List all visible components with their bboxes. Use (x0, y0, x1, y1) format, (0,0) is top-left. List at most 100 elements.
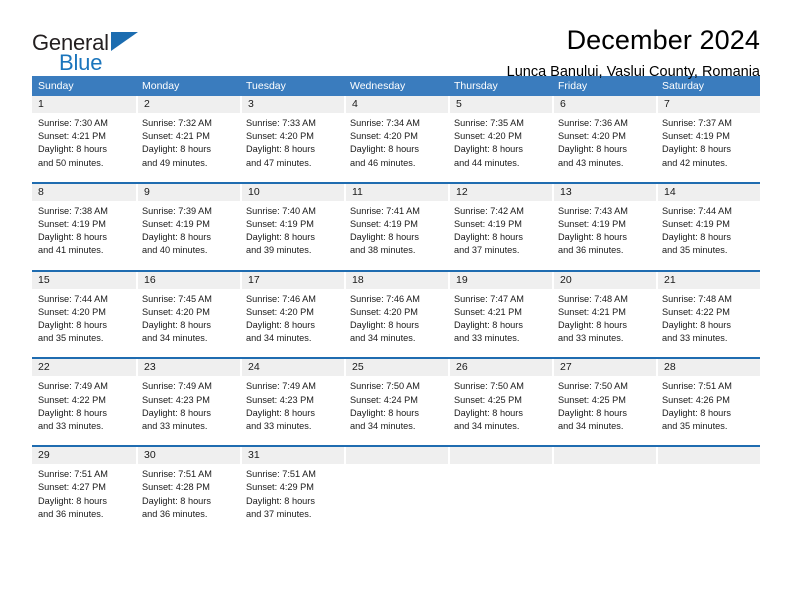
day-number: 24 (240, 359, 344, 377)
calendar-day-cell[interactable]: 26 Sunrise: 7:50 AM Sunset: 4:25 PM Dayligh… (448, 359, 552, 440)
day-number: 26 (448, 359, 552, 377)
calendar-day-cell[interactable]: 30 Sunrise: 7:51 AM Sunset: 4:28 PM Dayligh… (136, 447, 240, 528)
daylight-text-line1: Daylight: 8 hours (454, 232, 523, 243)
calendar-day-cell[interactable]: 11 Sunrise: 7:41 AM Sunset: 4:19 PM Dayligh… (344, 183, 448, 264)
calendar-day-cell[interactable]: 20 Sunrise: 7:48 AM Sunset: 4:21 PM Dayligh… (552, 271, 656, 352)
sunrise-text: Sunrise: 7:46 AM (350, 293, 420, 304)
daylight-text-line2: and 34 minutes. (350, 333, 416, 344)
calendar-day-cell[interactable]: 9 Sunrise: 7:39 AM Sunset: 4:19 PM Daylight… (136, 183, 240, 264)
calendar-day-cell[interactable]: 10 Sunrise: 7:40 AM Sunset: 4:19 PM Dayligh… (240, 183, 344, 264)
daylight-text-line1: Daylight: 8 hours (662, 320, 731, 331)
calendar-day-cell[interactable]: 25 Sunrise: 7:50 AM Sunset: 4:24 PM Dayligh… (344, 359, 448, 440)
day-details: Sunrise: 7:37 AM Sunset: 4:19 PM Daylight:… (656, 113, 760, 176)
day-details: Sunrise: 7:48 AM Sunset: 4:22 PM Daylight:… (656, 289, 760, 352)
daylight-text-line1: Daylight: 8 hours (246, 407, 315, 418)
daylight-text-line1: Daylight: 8 hours (142, 320, 211, 331)
calendar-day-cell[interactable]: 22 Sunrise: 7:49 AM Sunset: 4:22 PM Dayligh… (32, 359, 136, 440)
calendar-day-cell[interactable]: 31 Sunrise: 7:51 AM Sunset: 4:29 PM Dayligh… (240, 447, 344, 528)
sunset-text: Sunset: 4:20 PM (454, 131, 522, 142)
day-number: 13 (552, 183, 656, 201)
calendar-day-cell[interactable]: 27 Sunrise: 7:50 AM Sunset: 4:25 PM Dayligh… (552, 359, 656, 440)
daylight-text-line2: and 36 minutes. (142, 508, 208, 519)
sunset-text: Sunset: 4:19 PM (38, 219, 106, 230)
calendar-day-cell[interactable]: 12 Sunrise: 7:42 AM Sunset: 4:19 PM Dayligh… (448, 183, 552, 264)
daylight-text-line1: Daylight: 8 hours (142, 407, 211, 418)
sunrise-text: Sunrise: 7:33 AM (246, 118, 316, 128)
calendar-day-cell[interactable]: 21 Sunrise: 7:48 AM Sunset: 4:22 PM Dayligh… (656, 271, 760, 352)
sunset-text: Sunset: 4:19 PM (662, 131, 730, 142)
sunset-text: Sunset: 4:19 PM (558, 219, 626, 230)
daylight-text-line2: and 36 minutes. (558, 245, 624, 256)
day-details: Sunrise: 7:40 AM Sunset: 4:19 PM Daylight:… (240, 201, 344, 264)
sunrise-text: Sunrise: 7:50 AM (558, 381, 628, 392)
daylight-text-line2: and 34 minutes. (558, 421, 624, 432)
calendar-day-cell[interactable]: 15 Sunrise: 7:44 AM Sunset: 4:20 PM Dayligh… (32, 271, 136, 352)
calendar-day-cell-empty (552, 447, 656, 528)
daylight-text-line1: Daylight: 8 hours (246, 320, 315, 331)
calendar-day-cell[interactable]: 23 Sunrise: 7:49 AM Sunset: 4:23 PM Dayligh… (136, 359, 240, 440)
calendar-day-cell[interactable]: 7 Sunrise: 7:37 AM Sunset: 4:19 PM Daylight… (656, 96, 760, 176)
title-block: December 2024 Lunca Banului, Vaslui Coun… (152, 24, 760, 82)
day-details: Sunrise: 7:32 AM Sunset: 4:21 PM Daylight:… (136, 113, 240, 176)
sunset-text: Sunset: 4:19 PM (246, 219, 314, 230)
day-number: 11 (344, 183, 448, 201)
daylight-text-line2: and 35 minutes. (38, 333, 104, 344)
calendar-day-cell[interactable]: 14 Sunrise: 7:44 AM Sunset: 4:19 PM Dayligh… (656, 183, 760, 264)
daylight-text-line2: and 50 minutes. (38, 157, 104, 168)
calendar-day-cell[interactable]: 2 Sunrise: 7:32 AM Sunset: 4:21 PM Daylight… (136, 96, 240, 176)
day-details: Sunrise: 7:39 AM Sunset: 4:19 PM Daylight:… (136, 201, 240, 264)
sunset-text: Sunset: 4:26 PM (662, 394, 730, 405)
calendar-day-cell[interactable]: 5 Sunrise: 7:35 AM Sunset: 4:20 PM Daylight… (448, 96, 552, 176)
day-details: Sunrise: 7:38 AM Sunset: 4:19 PM Daylight:… (32, 201, 136, 264)
day-details: Sunrise: 7:47 AM Sunset: 4:21 PM Daylight:… (448, 289, 552, 352)
calendar-day-cell[interactable]: 16 Sunrise: 7:45 AM Sunset: 4:20 PM Dayligh… (136, 271, 240, 352)
sunrise-text: Sunrise: 7:40 AM (246, 205, 316, 216)
calendar-day-cell[interactable]: 8 Sunrise: 7:38 AM Sunset: 4:19 PM Daylight… (32, 183, 136, 264)
day-number (448, 447, 552, 465)
calendar-day-cell[interactable]: 28 Sunrise: 7:51 AM Sunset: 4:26 PM Dayligh… (656, 359, 760, 440)
daylight-text-line2: and 43 minutes. (558, 157, 624, 168)
day-details: Sunrise: 7:35 AM Sunset: 4:20 PM Daylight:… (448, 113, 552, 176)
calendar-day-cell[interactable]: 6 Sunrise: 7:36 AM Sunset: 4:20 PM Daylight… (552, 96, 656, 176)
day-number: 6 (552, 96, 656, 113)
calendar-day-cell[interactable]: 4 Sunrise: 7:34 AM Sunset: 4:20 PM Daylight… (344, 96, 448, 176)
calendar-day-cell[interactable]: 13 Sunrise: 7:43 AM Sunset: 4:19 PM Dayligh… (552, 183, 656, 264)
daylight-text-line2: and 33 minutes. (38, 421, 104, 432)
sunrise-text: Sunrise: 7:38 AM (38, 205, 108, 216)
calendar-day-cell[interactable]: 18 Sunrise: 7:46 AM Sunset: 4:20 PM Dayligh… (344, 271, 448, 352)
day-number: 10 (240, 183, 344, 201)
calendar-week-row: 1 Sunrise: 7:30 AM Sunset: 4:21 PM Daylight… (32, 96, 760, 176)
daylight-text-line1: Daylight: 8 hours (38, 144, 107, 155)
calendar-week-row: 29 Sunrise: 7:51 AM Sunset: 4:27 PM Dayligh… (32, 445, 760, 528)
sunrise-text: Sunrise: 7:49 AM (38, 381, 108, 392)
sunrise-text: Sunrise: 7:50 AM (350, 381, 420, 392)
daylight-text-line2: and 33 minutes. (454, 333, 520, 344)
day-number (552, 447, 656, 465)
daylight-text-line1: Daylight: 8 hours (662, 232, 731, 243)
daylight-text-line1: Daylight: 8 hours (662, 407, 731, 418)
calendar-day-cell[interactable]: 3 Sunrise: 7:33 AM Sunset: 4:20 PM Daylight… (240, 96, 344, 176)
weekday-header-sunday: Sunday (38, 80, 74, 92)
calendar-page: General Blue December 2024 Lunca Banului… (0, 0, 792, 612)
daylight-text-line1: Daylight: 8 hours (454, 320, 523, 331)
calendar-day-cell[interactable]: 19 Sunrise: 7:47 AM Sunset: 4:21 PM Dayligh… (448, 271, 552, 352)
sunset-text: Sunset: 4:21 PM (558, 306, 626, 317)
calendar-day-cell[interactable]: 17 Sunrise: 7:46 AM Sunset: 4:20 PM Dayligh… (240, 271, 344, 352)
daylight-text-line2: and 36 minutes. (38, 508, 104, 519)
calendar-day-cell[interactable]: 1 Sunrise: 7:30 AM Sunset: 4:21 PM Daylight… (32, 96, 136, 176)
weekday-header-thursday: Thursday (454, 80, 498, 92)
daylight-text-line1: Daylight: 8 hours (38, 407, 107, 418)
daylight-text-line1: Daylight: 8 hours (350, 407, 419, 418)
calendar-week-row: 8 Sunrise: 7:38 AM Sunset: 4:19 PM Daylight… (32, 181, 760, 264)
day-details: Sunrise: 7:44 AM Sunset: 4:19 PM Daylight:… (656, 201, 760, 264)
calendar-day-cell[interactable]: 29 Sunrise: 7:51 AM Sunset: 4:27 PM Dayligh… (32, 447, 136, 528)
page-title: December 2024 (566, 25, 760, 55)
calendar-day-cell[interactable]: 24 Sunrise: 7:49 AM Sunset: 4:23 PM Dayligh… (240, 359, 344, 440)
day-number (656, 447, 760, 465)
sunrise-text: Sunrise: 7:41 AM (350, 205, 420, 216)
day-number: 7 (656, 96, 760, 113)
calendar-day-cell-empty (448, 447, 552, 528)
weekday-header-wednesday: Wednesday (350, 80, 406, 92)
day-number: 20 (552, 271, 656, 289)
daylight-text-line1: Daylight: 8 hours (38, 232, 107, 243)
